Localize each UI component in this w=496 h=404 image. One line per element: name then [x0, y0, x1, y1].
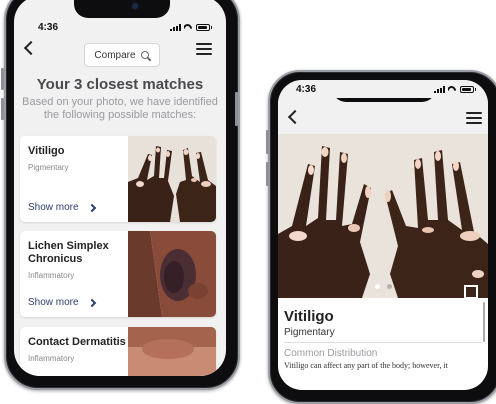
matches-screen: 4:36 Compare Your 3 closest matches Base…	[14, 0, 226, 376]
carousel-dot-active[interactable]	[374, 284, 380, 289]
match-category: Inflammatory	[28, 354, 75, 363]
signal-icon	[434, 85, 445, 93]
match-image-vitiligo	[128, 136, 216, 222]
match-title: Contact Dermatitis	[28, 336, 126, 348]
match-title-line-2: Chronicus	[28, 253, 83, 265]
side-button	[266, 162, 269, 186]
side-button	[235, 92, 238, 126]
battery-icon	[460, 85, 476, 93]
show-more-link[interactable]: Show more	[28, 297, 96, 308]
subtitle-line-2: the following possible matches:	[43, 109, 197, 121]
section-label: Common Distribution	[284, 348, 378, 359]
section-divider	[284, 342, 482, 343]
match-card-vitiligo[interactable]: Vitiligo Pigmentary Show more	[20, 136, 216, 222]
match-card-text: Lichen Simplex Chronicus Inflammatory	[28, 240, 126, 280]
phone-matches: 4:36 Compare Your 3 closest matches Base…	[4, 0, 240, 390]
chevron-left-icon[interactable]	[23, 40, 39, 56]
phone-detail: 4:36 Vitiligo Pigmentary Common Distribu…	[268, 70, 496, 404]
status-time: 4:36	[38, 21, 59, 33]
subtitle-line-1: Based on your photo, we have identified	[22, 96, 218, 108]
page-subtitle: Based on your photo, we have identified …	[20, 96, 220, 122]
condition-category: Pigmentary	[284, 327, 335, 338]
signal-icon	[170, 23, 181, 31]
side-button	[266, 130, 269, 154]
compare-button[interactable]: Compare	[84, 43, 160, 67]
chevron-right-icon	[87, 203, 96, 212]
detail-header	[278, 98, 488, 134]
chevron-right-icon	[87, 298, 96, 307]
detail-screen: 4:36 Vitiligo Pigmentary Common Distribu…	[278, 80, 488, 390]
hamburger-menu-icon[interactable]	[466, 112, 482, 124]
condition-title: Vitiligo	[284, 308, 334, 325]
match-card-lichen-simplex[interactable]: Lichen Simplex Chronicus Inflammatory Sh…	[20, 231, 216, 317]
status-time: 4:36	[296, 83, 317, 95]
battery-icon	[196, 23, 212, 31]
match-card-text: Contact Dermatitis Inflammatory	[28, 336, 126, 363]
status-bar: 4:36	[278, 80, 488, 98]
front-camera	[132, 3, 138, 9]
search-icon	[140, 50, 150, 60]
match-title: Vitiligo	[28, 145, 65, 157]
wifi-icon	[184, 24, 193, 31]
carousel-dots	[278, 284, 488, 289]
carousel-dot[interactable]	[386, 284, 392, 289]
page-title: Your 3 closest matches	[36, 76, 204, 93]
scrollbar[interactable]	[483, 302, 485, 342]
status-bar: 4:36	[14, 16, 226, 38]
match-image-lichen-simplex	[128, 231, 216, 317]
show-more-link[interactable]: Show more	[28, 202, 96, 213]
status-icons	[170, 23, 212, 31]
side-button	[1, 98, 4, 120]
show-more-label: Show more	[28, 297, 79, 308]
compare-label: Compare	[94, 49, 136, 61]
wifi-icon	[448, 86, 457, 93]
show-more-label: Show more	[28, 202, 79, 213]
match-title-line-1: Lichen Simplex	[28, 240, 109, 252]
hamburger-menu-icon[interactable]	[196, 43, 212, 55]
match-category: Inflammatory	[28, 271, 75, 280]
match-category: Pigmentary	[28, 163, 69, 172]
match-card-text: Vitiligo Pigmentary	[28, 145, 126, 172]
status-icons	[434, 85, 476, 93]
side-button	[1, 68, 4, 90]
condition-photo[interactable]	[278, 134, 488, 298]
